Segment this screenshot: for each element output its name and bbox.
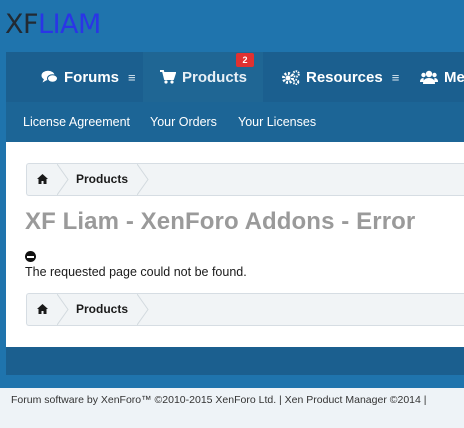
sub-navigation: License Agreement Your Orders Your Licen… [6, 102, 464, 142]
tab-forums[interactable]: Forums ≡ [41, 52, 136, 102]
breadcrumb-separator [137, 294, 149, 325]
tab-forums-label: Forums [64, 68, 120, 86]
breadcrumb-separator [57, 294, 69, 325]
comments-icon [41, 70, 58, 84]
cogs-icon [282, 69, 300, 85]
logo-liam: LIAM [38, 9, 101, 40]
breadcrumb-top: Products [26, 163, 464, 196]
tab-products-label: Products [182, 68, 248, 86]
tab-members[interactable]: Me [420, 52, 464, 102]
subnav-your-orders[interactable]: Your Orders [150, 102, 217, 142]
products-notification-badge: 2 [236, 53, 254, 67]
home-icon [36, 301, 48, 319]
breadcrumb-home[interactable] [27, 294, 57, 325]
tab-resources[interactable]: Resources ≡ [282, 52, 399, 102]
page-title: XF Liam - XenForo Addons - Error [25, 208, 416, 235]
home-icon [36, 171, 48, 189]
menu-icon[interactable]: ≡ [128, 70, 136, 85]
main-navigation: Forums ≡ Products Resources ≡ Me [6, 52, 464, 102]
breadcrumb-separator [57, 164, 69, 195]
breadcrumb-products[interactable]: Products [76, 294, 128, 325]
breadcrumb-separator [137, 164, 149, 195]
error-message: The requested page could not be found. [25, 265, 247, 279]
breadcrumb-home[interactable] [27, 164, 57, 195]
menu-icon[interactable]: ≡ [392, 70, 400, 85]
subnav-license-agreement[interactable]: License Agreement [23, 102, 130, 142]
tab-resources-label: Resources [306, 68, 383, 86]
footer-copyright: Forum software by XenForo™ ©2010-2015 Xe… [11, 394, 427, 406]
logo-xf: XF [5, 9, 39, 40]
subnav-your-licenses[interactable]: Your Licenses [238, 102, 316, 142]
site-logo[interactable]: XFLIAM [5, 7, 101, 43]
breadcrumb-products[interactable]: Products [76, 164, 128, 195]
content-footer-bar [6, 347, 464, 375]
members-icon [420, 70, 438, 85]
tab-members-label: Me [444, 68, 464, 86]
breadcrumb-bottom: Products [26, 293, 464, 326]
error-icon [25, 251, 36, 262]
cart-icon [160, 70, 176, 84]
